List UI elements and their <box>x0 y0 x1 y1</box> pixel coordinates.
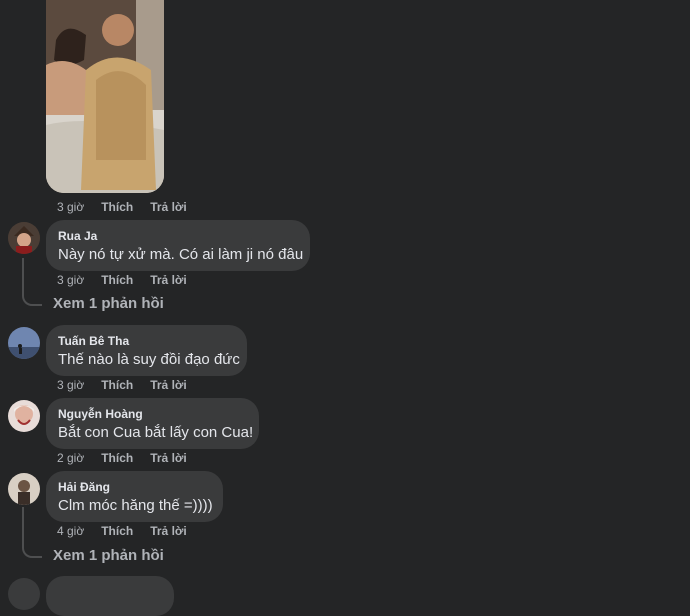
avatar-image <box>8 327 40 359</box>
comment-time: 3 giờ <box>57 378 85 392</box>
comment-text: Clm móc hăng thế =)))) <box>58 497 213 514</box>
reply-button[interactable]: Trả lời <box>150 451 187 467</box>
avatar[interactable] <box>8 400 40 432</box>
comment-actions: 3 giờ Thích Trả lời <box>57 273 204 289</box>
comment-actions: 3 giờ Thích Trả lời <box>57 378 204 394</box>
avatar[interactable] <box>8 473 40 505</box>
comment-time: 4 giờ <box>57 524 85 538</box>
comment-bubble: Hải Đăng Clm móc hăng thế =)))) <box>46 471 223 522</box>
comment-time: 3 giờ <box>57 200 85 214</box>
comment-text: Này nó tự xử mà. Có ai làm ji nó đâu <box>58 246 304 263</box>
thread-connector <box>22 258 42 306</box>
comment-photo-attachment[interactable] <box>46 0 164 193</box>
reply-button[interactable]: Trả lời <box>150 378 187 394</box>
reply-button[interactable]: Trả lời <box>150 200 187 216</box>
avatar[interactable] <box>8 327 40 359</box>
comment-author[interactable]: Rua Ja <box>58 228 298 244</box>
photo-image <box>46 0 164 193</box>
like-button[interactable]: Thích <box>101 273 133 289</box>
reply-button[interactable]: Trả lời <box>150 524 187 540</box>
avatar-image <box>8 400 40 432</box>
photo-comment-actions: 3 giờ Thích Trả lời <box>57 200 204 216</box>
avatar-image <box>8 222 40 254</box>
like-button[interactable]: Thích <box>101 378 133 394</box>
like-button[interactable]: Thích <box>101 451 133 467</box>
comment-bubble: Nguyễn Hoàng Bắt con Cua bắt lấy con Cua… <box>46 398 259 449</box>
comment-text: Thế nào là suy đồi đạo đức <box>58 351 240 368</box>
avatar[interactable] <box>8 222 40 254</box>
like-button[interactable]: Thích <box>101 524 133 540</box>
view-replies-link[interactable]: Xem 1 phản hồi <box>53 547 164 564</box>
avatar-image <box>8 473 40 505</box>
avatar[interactable] <box>8 578 40 610</box>
comment-author[interactable]: Hải Đăng <box>58 479 211 495</box>
comment-time: 2 giờ <box>57 451 85 465</box>
view-replies-link[interactable]: Xem 1 phản hồi <box>53 295 164 312</box>
comment-text: Bắt con Cua bắt lấy con Cua! <box>58 424 254 441</box>
reply-button[interactable]: Trả lời <box>150 273 187 289</box>
comment-time: 3 giờ <box>57 273 85 287</box>
comment-actions: 2 giờ Thích Trả lời <box>57 451 204 467</box>
comment-author[interactable]: Nguyễn Hoàng <box>58 406 247 422</box>
comment-bubble: Rua Ja Này nó tự xử mà. Có ai làm ji nó … <box>46 220 310 271</box>
comment-actions: 4 giờ Thích Trả lời <box>57 524 204 540</box>
like-button[interactable]: Thích <box>101 200 133 216</box>
comment-author[interactable]: Tuấn Bê Tha <box>58 333 235 349</box>
comment-bubble: Tuấn Bê Tha Thế nào là suy đồi đạo đức <box>46 325 247 376</box>
thread-connector <box>22 507 42 558</box>
comment-bubble <box>46 576 174 616</box>
